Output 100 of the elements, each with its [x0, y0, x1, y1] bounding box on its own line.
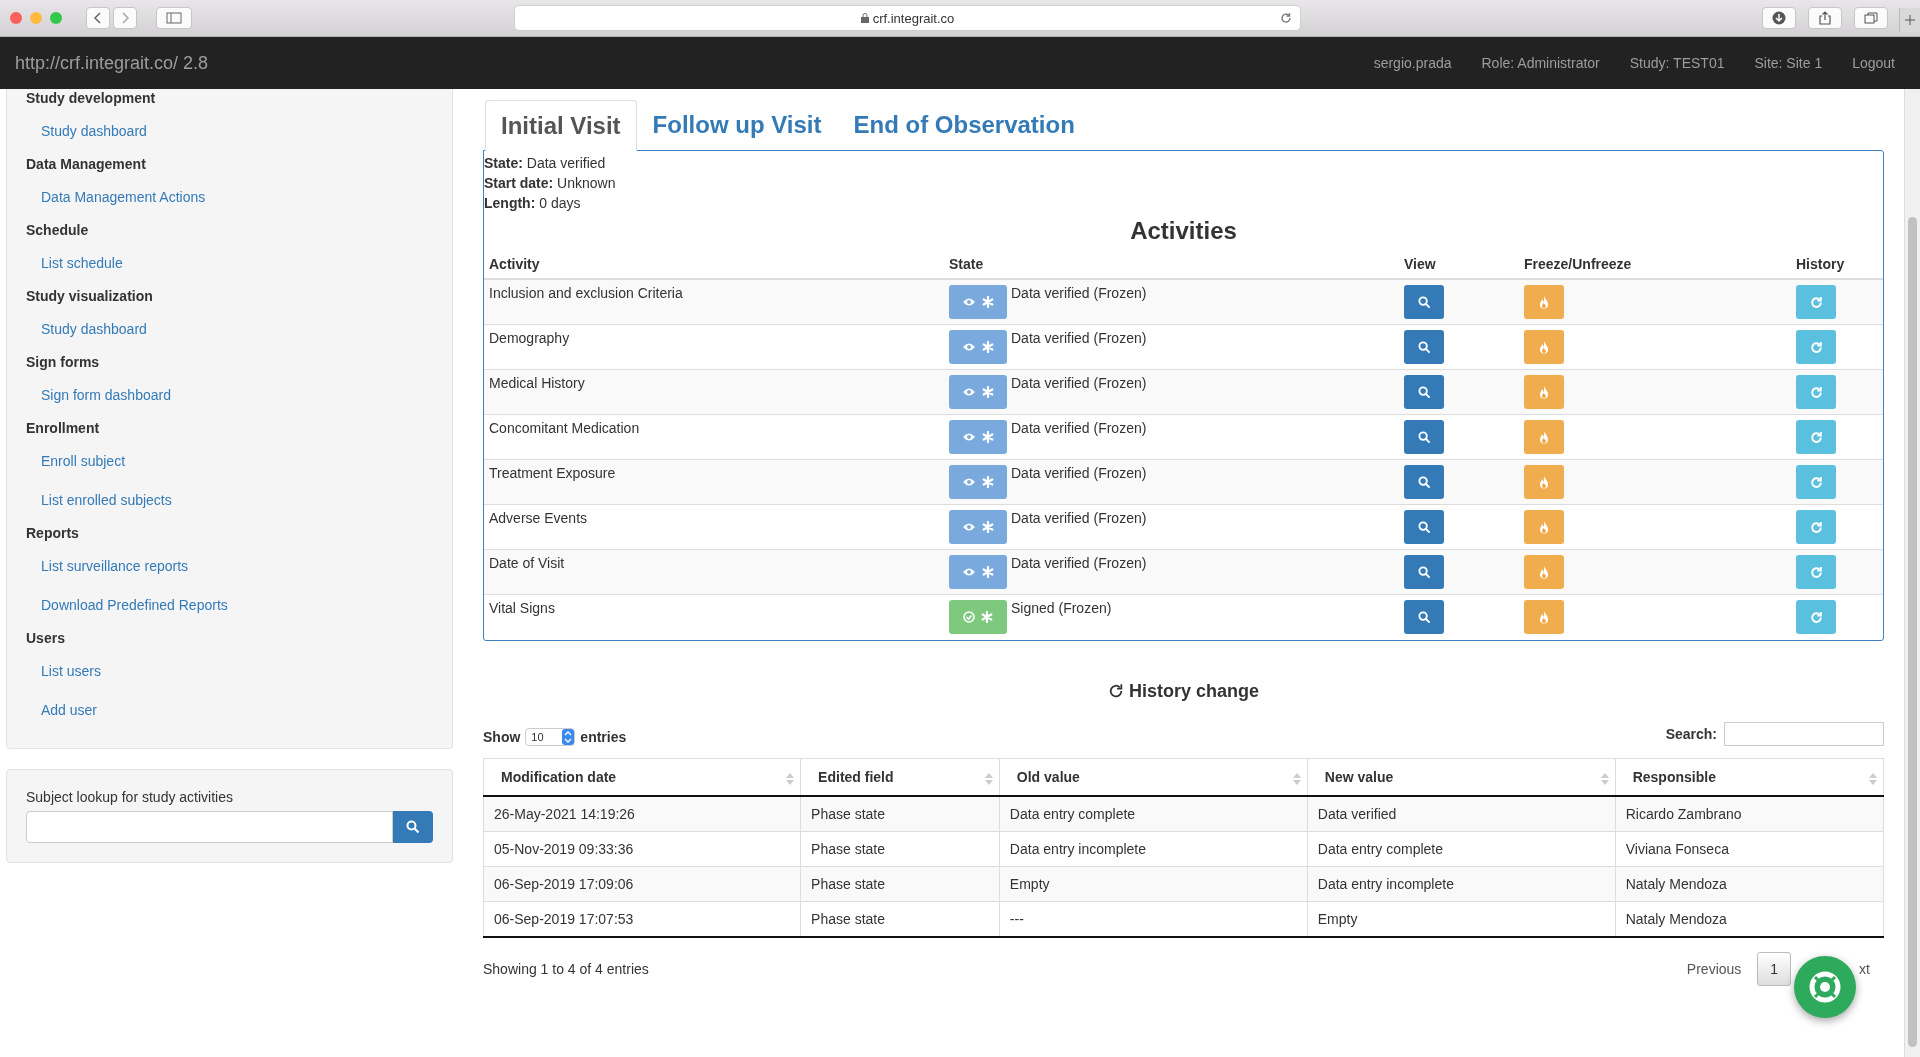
- state-button[interactable]: [949, 510, 1007, 544]
- view-button[interactable]: [1404, 420, 1444, 454]
- search-field[interactable]: [1724, 721, 1884, 746]
- forward-button[interactable]: [113, 7, 137, 29]
- table-cell: Demography: [484, 324, 944, 370]
- navbar-link[interactable]: Role: Administrator: [1481, 55, 1600, 71]
- freeze-button[interactable]: [1524, 375, 1564, 409]
- download-button[interactable]: [1762, 7, 1796, 29]
- chevron-left-icon: [93, 12, 103, 24]
- table-cell: Data entry complete: [999, 795, 1308, 831]
- history-button[interactable]: [1796, 510, 1836, 544]
- sidebar-link[interactable]: List schedule: [26, 248, 433, 287]
- sidebar-link[interactable]: List surveillance reports: [26, 551, 433, 590]
- freeze-button[interactable]: [1524, 330, 1564, 364]
- sidebar-link[interactable]: List enrolled subjects: [26, 485, 433, 524]
- subject-search-field[interactable]: [26, 811, 393, 843]
- sidebar-link[interactable]: Study dashboard: [26, 314, 433, 353]
- table-cell: Medical History: [484, 369, 944, 415]
- navbar-link[interactable]: Study: TEST01: [1629, 55, 1725, 71]
- table-cell: 05-Nov-2019 09:33:36: [483, 831, 801, 866]
- visit-tab[interactable]: End of Observation: [837, 99, 1091, 150]
- search-icon: [406, 820, 420, 834]
- view-button[interactable]: [1404, 375, 1444, 409]
- freeze-button[interactable]: [1524, 465, 1564, 499]
- sidebar-toggle-button[interactable]: [156, 7, 192, 29]
- search-button[interactable]: [393, 811, 433, 843]
- flame-icon: [1539, 475, 1549, 489]
- freeze-button[interactable]: [1524, 420, 1564, 454]
- history-button[interactable]: [1796, 600, 1836, 634]
- freeze-button[interactable]: [1524, 600, 1564, 634]
- back-button[interactable]: [86, 7, 110, 29]
- sidebar-heading: Schedule: [26, 221, 90, 240]
- state-button[interactable]: [949, 285, 1007, 319]
- freeze-button[interactable]: [1524, 285, 1564, 319]
- history-button[interactable]: [1796, 330, 1836, 364]
- sortable-column-header[interactable]: New value: [1307, 758, 1616, 796]
- sidebar-link[interactable]: Download Predefined Reports: [26, 590, 433, 629]
- state-button[interactable]: [949, 465, 1007, 499]
- asterisk-icon: [982, 476, 994, 488]
- zoom-button[interactable]: [50, 12, 62, 24]
- sidebar-link[interactable]: Data Management Actions: [26, 182, 433, 221]
- search-icon: [1417, 520, 1431, 534]
- scrollbar[interactable]: [1904, 89, 1920, 1057]
- sortable-column-header[interactable]: Old value: [999, 758, 1308, 796]
- history-button[interactable]: [1796, 285, 1836, 319]
- view-button[interactable]: [1404, 600, 1444, 634]
- brand-link[interactable]: http://crf.integrait.co/ 2.8: [15, 52, 209, 74]
- freeze-button[interactable]: [1524, 510, 1564, 544]
- sidebar-link[interactable]: Enroll subject: [26, 446, 433, 485]
- help-button[interactable]: [1794, 955, 1857, 1018]
- sidebar-link[interactable]: Add user: [26, 695, 433, 734]
- refresh-icon: [1809, 430, 1823, 444]
- eye-icon: [962, 567, 976, 577]
- navbar-link[interactable]: sergio.prada: [1373, 55, 1452, 71]
- history-button[interactable]: [1796, 420, 1836, 454]
- visit-tab[interactable]: Initial Visit: [485, 100, 637, 151]
- flame-icon: [1539, 385, 1549, 399]
- page-button[interactable]: 1: [1757, 951, 1792, 986]
- share-button[interactable]: [1808, 7, 1842, 29]
- info-line: State: Data verified: [484, 154, 607, 173]
- state-button[interactable]: [949, 330, 1007, 364]
- navbar-link[interactable]: Logout: [1852, 55, 1895, 71]
- previous-link[interactable]: Previous: [1670, 960, 1758, 977]
- visit-tab[interactable]: Follow up Visit: [636, 99, 838, 150]
- sort-icon: [984, 772, 993, 785]
- reload-icon[interactable]: [1280, 12, 1292, 24]
- sortable-column-header[interactable]: Modification date: [483, 758, 801, 796]
- sortable-column-header[interactable]: Responsible: [1615, 758, 1884, 796]
- lock-icon: [860, 13, 869, 23]
- search-label: Search:: [1665, 725, 1717, 742]
- eye-icon: [962, 297, 976, 307]
- sidebar-link[interactable]: Study dashboard: [26, 116, 433, 155]
- asterisk-icon: [981, 611, 993, 623]
- close-button[interactable]: [10, 12, 22, 24]
- sort-icon: [1292, 772, 1301, 785]
- history-button[interactable]: [1796, 375, 1836, 409]
- state-button[interactable]: [949, 555, 1007, 589]
- navbar-link[interactable]: Site: Site 1: [1754, 55, 1823, 71]
- new-tab-button[interactable]: [1899, 8, 1920, 32]
- sidebar-link[interactable]: Sign form dashboard: [26, 380, 433, 419]
- state-button[interactable]: [949, 375, 1007, 409]
- address-bar[interactable]: crf.integrait.co: [514, 5, 1301, 31]
- tabs-button[interactable]: [1854, 7, 1888, 29]
- freeze-button[interactable]: [1524, 555, 1564, 589]
- view-button[interactable]: [1404, 555, 1444, 589]
- view-button[interactable]: [1404, 465, 1444, 499]
- history-button[interactable]: [1796, 465, 1836, 499]
- history-button[interactable]: [1796, 555, 1836, 589]
- minimize-button[interactable]: [30, 12, 42, 24]
- state-button[interactable]: [949, 600, 1007, 634]
- view-button[interactable]: [1404, 510, 1444, 544]
- sidebar-link[interactable]: List users: [26, 656, 433, 695]
- page-size-select[interactable]: 10: [525, 727, 576, 746]
- next-link[interactable]: xt: [1859, 960, 1870, 977]
- view-button[interactable]: [1404, 285, 1444, 319]
- eye-icon: [962, 387, 976, 397]
- state-button[interactable]: [949, 420, 1007, 454]
- view-button[interactable]: [1404, 330, 1444, 364]
- sortable-column-header[interactable]: Edited field: [800, 758, 1000, 796]
- entries-summary: Showing 1 to 4 of 4 entries: [483, 960, 649, 977]
